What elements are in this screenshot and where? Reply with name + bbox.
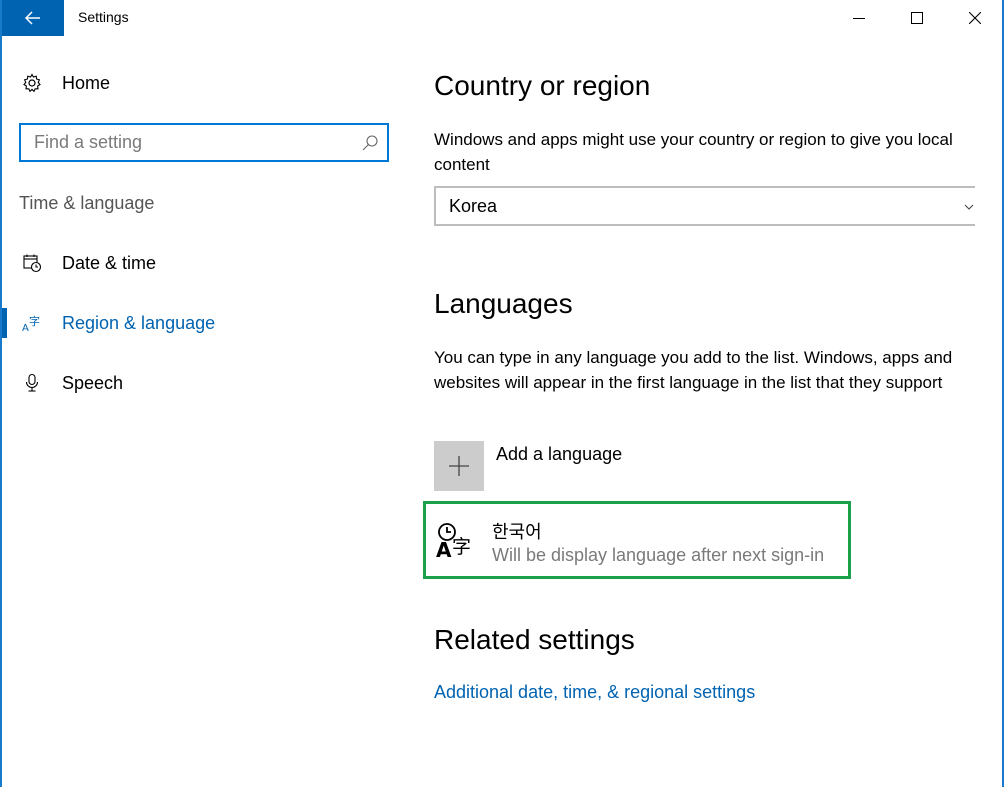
sidebar-item-region-language[interactable]: A 字 Region & language — [20, 303, 390, 343]
sidebar-item-date-time[interactable]: Date & time — [20, 243, 390, 283]
back-arrow-icon — [25, 11, 40, 25]
sidebar-item-home[interactable]: Home — [20, 63, 390, 103]
plus-icon — [449, 456, 469, 476]
minimize-icon — [853, 18, 865, 19]
region-language-icon: A 字 — [20, 311, 44, 335]
language-list-item[interactable]: A 字 한국어 Will be display language after n… — [423, 501, 851, 579]
additional-regional-settings-link[interactable]: Additional date, time, & regional settin… — [434, 682, 755, 703]
title-bar: Settings — [2, 0, 1002, 36]
language-name: 한국어 — [492, 522, 542, 543]
languages-heading: Languages — [434, 288, 573, 319]
calendar-clock-icon — [20, 251, 44, 275]
languages-description: You can type in any language you add to … — [434, 348, 953, 392]
sidebar-item-label: Date & time — [62, 252, 157, 273]
sidebar-item-speech[interactable]: Speech — [20, 363, 390, 403]
search-icon[interactable] — [361, 134, 379, 157]
microphone-icon — [20, 371, 44, 395]
sidebar-item-label: Region & language — [62, 312, 216, 333]
country-select-value: Korea — [449, 195, 498, 216]
sidebar-section-label: Time & language — [19, 193, 155, 213]
search-field[interactable] — [19, 123, 389, 162]
country-description: Windows and apps might use your country … — [434, 130, 953, 174]
close-icon — [969, 12, 981, 24]
svg-text:A: A — [436, 538, 452, 561]
maximize-button[interactable] — [888, 0, 946, 36]
sidebar-item-label: Speech — [62, 372, 124, 393]
active-indicator — [2, 308, 7, 338]
svg-text:字: 字 — [452, 536, 471, 558]
sidebar-item-label: Home — [62, 72, 111, 93]
minimize-button[interactable] — [830, 0, 888, 36]
add-language-button[interactable]: Add a language — [434, 441, 734, 491]
search-input[interactable] — [34, 126, 354, 159]
chevron-down-icon — [963, 200, 975, 218]
svg-text:A: A — [22, 323, 29, 333]
country-select[interactable]: Korea — [434, 186, 975, 226]
gear-icon — [20, 71, 44, 95]
window-title: Settings — [78, 9, 129, 25]
language-display-icon: A 字 — [436, 521, 472, 562]
maximize-icon — [911, 12, 923, 24]
country-heading: Country or region — [434, 70, 651, 101]
settings-window: Settings Home Find a setting Time & lang… — [0, 0, 1004, 787]
svg-text:字: 字 — [29, 314, 40, 328]
add-language-label: Add a language — [496, 444, 623, 464]
related-settings-heading: Related settings — [434, 624, 635, 655]
language-status: Will be display language after next sign… — [492, 545, 825, 565]
add-language-tile[interactable] — [434, 441, 484, 491]
close-button[interactable] — [946, 0, 1004, 36]
back-button[interactable] — [2, 0, 64, 36]
